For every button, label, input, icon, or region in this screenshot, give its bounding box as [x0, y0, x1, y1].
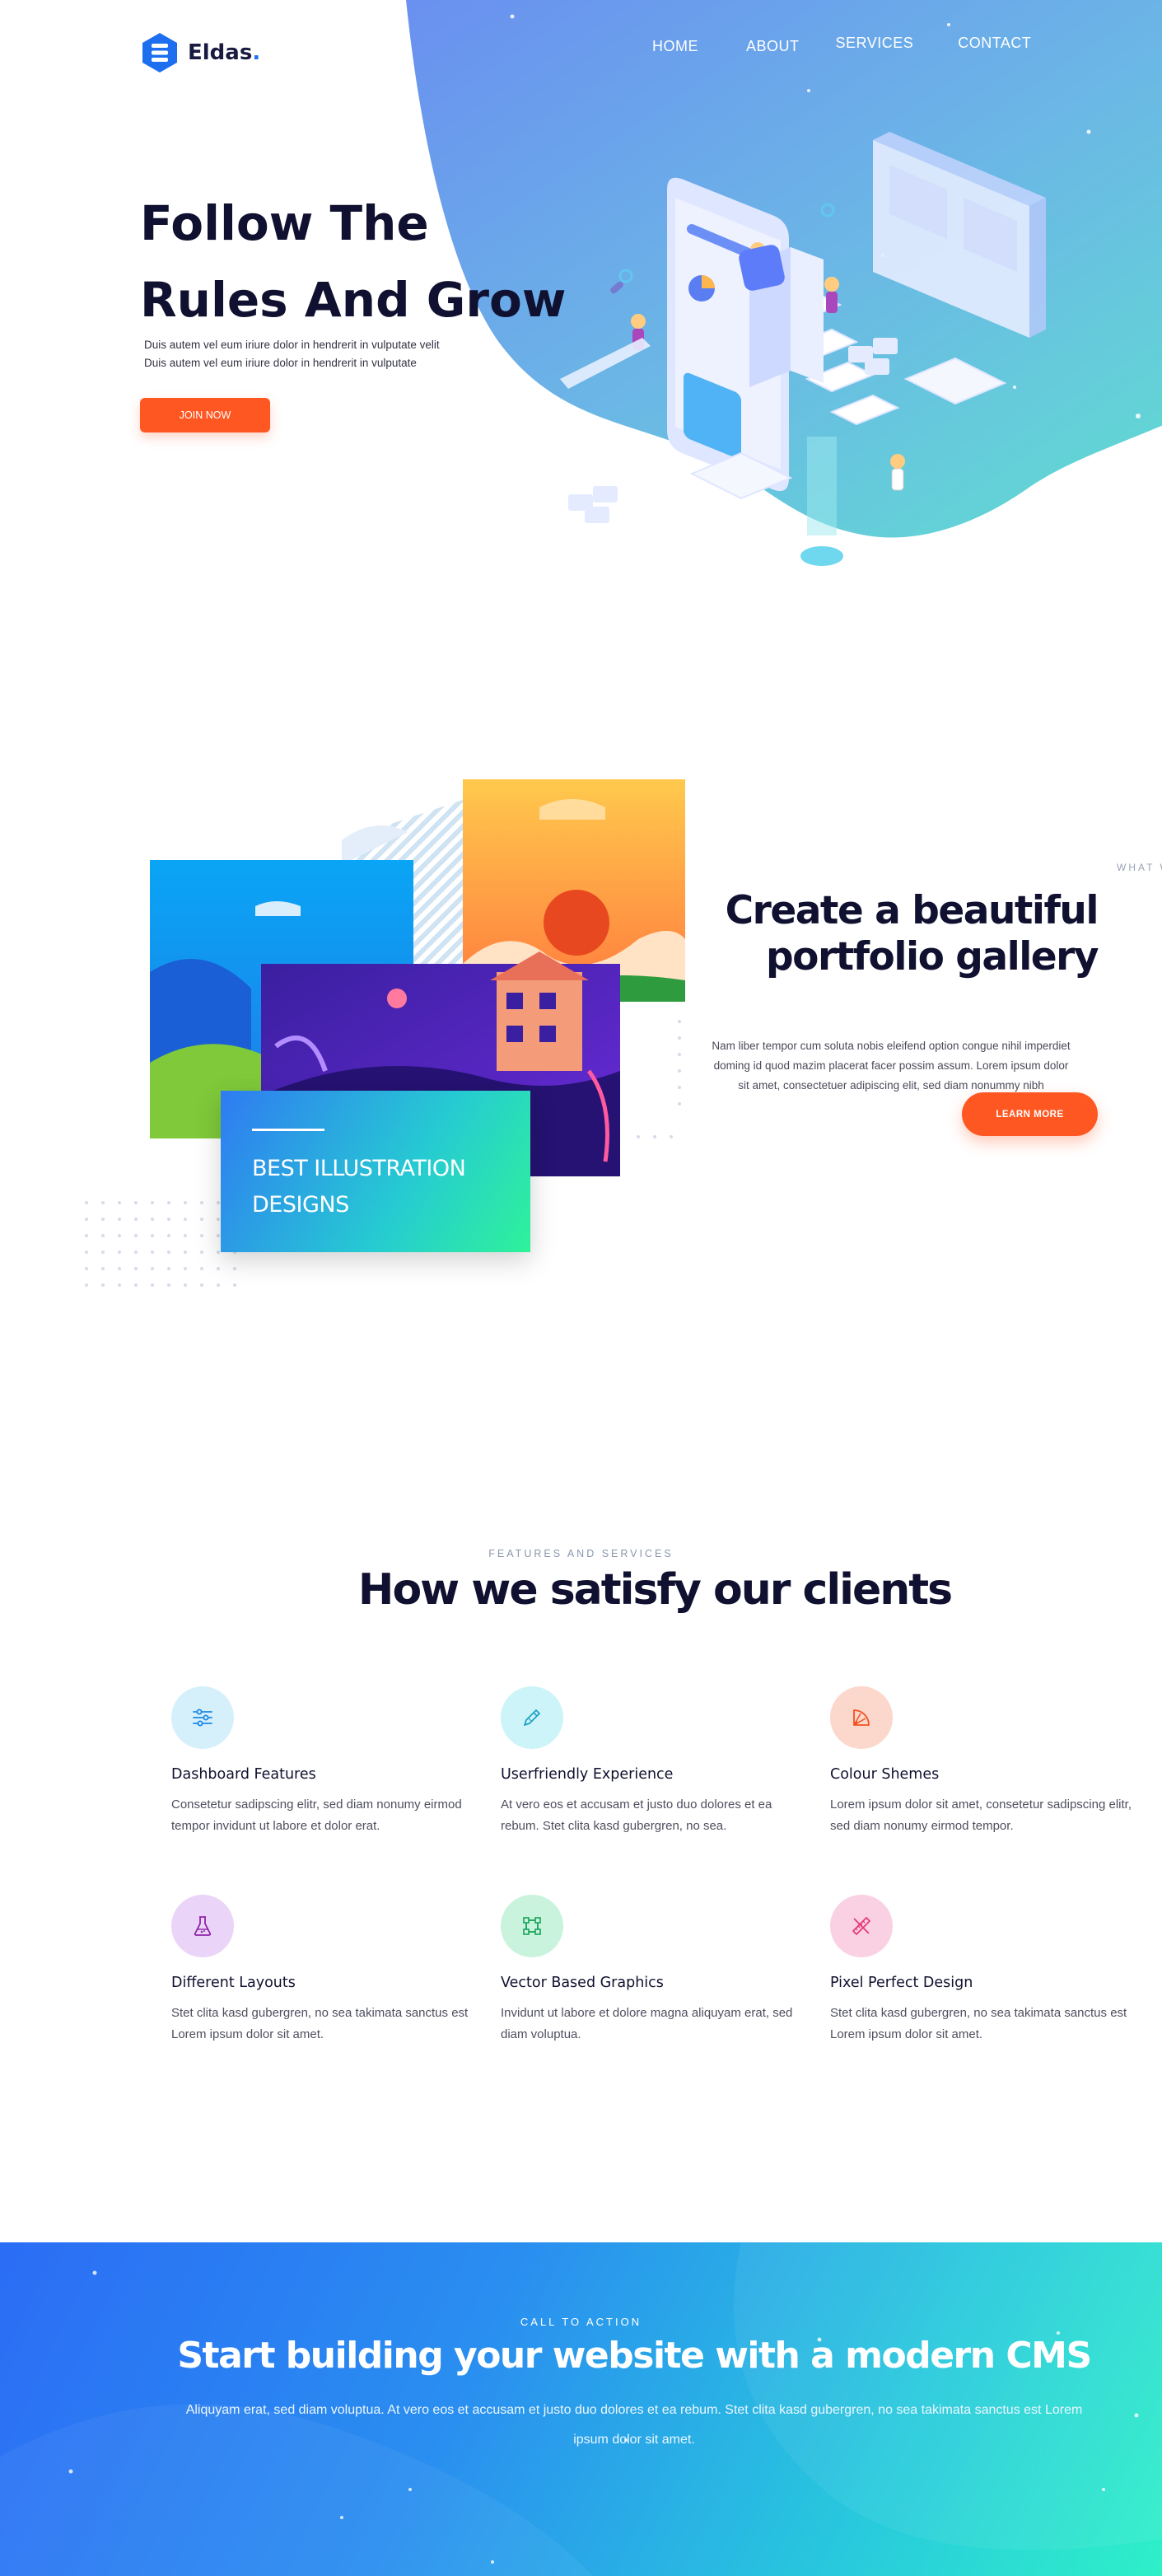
feature-description: Stet clita kasd gubergren, no sea takima…: [171, 2006, 469, 2041]
feature-icon-circle: [501, 1895, 563, 1957]
portfolio-title: Create a beautiful portfolio gallery: [708, 888, 1099, 980]
feature-description: Stet clita kasd gubergren, no sea takima…: [830, 2006, 1127, 2041]
nav-contact[interactable]: CONTACT: [958, 35, 1031, 55]
banner-text-line-1: BEST ILLUSTRATION: [252, 1156, 466, 1181]
feature-icon-circle: [830, 1686, 893, 1749]
banner-accent-bar: [252, 1129, 324, 1131]
pencil-ruler-icon: [852, 1917, 870, 1935]
call-to-action-section: CALL TO ACTION Start building your websi…: [0, 2242, 1162, 2576]
portfolio-title-line-2: portfolio gallery: [766, 934, 1099, 979]
feature-icon-circle: [171, 1686, 234, 1749]
sliders-icon: [193, 1709, 212, 1727]
feature-colour-schemes: Colour Shemes Lorem ipsum dolor sit amet…: [830, 1686, 1143, 1837]
cta-eyebrow: CALL TO ACTION: [520, 2316, 642, 2328]
feature-dashboard: Dashboard Features Consetetur sadipscing…: [171, 1686, 484, 1837]
feature-vector-graphics: Vector Based Graphics Invidunt ut labore…: [501, 1895, 814, 2045]
cta-description: Aliquyam erat, sed diam voluptua. At ver…: [185, 2403, 1083, 2447]
nav-about[interactable]: ABOUT: [746, 38, 800, 55]
learn-more-button[interactable]: LEARN MORE: [962, 1092, 1098, 1136]
brand-logo[interactable]: Eldas.: [140, 31, 260, 74]
feature-icon-circle: [171, 1895, 234, 1957]
feature-userfriendly: Userfriendly Experience At vero eos et a…: [501, 1686, 814, 1837]
best-illustration-banner: BEST ILLUSTRATION DESIGNS: [221, 1091, 530, 1252]
features-eyebrow: FEATURES AND SERVICES: [488, 1548, 674, 1559]
feature-pixel-perfect: Pixel Perfect Design Stet clita kasd gub…: [830, 1895, 1143, 2045]
feature-title: Dashboard Features: [171, 1766, 316, 1783]
feature-icon-circle: [830, 1895, 893, 1957]
feature-title: Userfriendly Experience: [501, 1766, 674, 1783]
feature-title: Vector Based Graphics: [501, 1975, 664, 1991]
hero-subtitle-line-1: Duis autem vel eum iriure dolor in hendr…: [144, 339, 440, 351]
vector-icon: [523, 1917, 541, 1935]
portfolio-title-line-1: Create a beautiful: [725, 888, 1099, 933]
pencil-icon: [524, 1709, 540, 1726]
feature-icon-circle: [501, 1686, 563, 1749]
hero-title-line-2: Rules And Grow: [140, 272, 567, 328]
feature-title: Pixel Perfect Design: [830, 1975, 973, 1991]
section-side-label: WHAT W: [1117, 862, 1162, 873]
nav-home[interactable]: HOME: [652, 38, 698, 55]
hexagon-logo-icon: [142, 33, 177, 72]
join-now-button[interactable]: JOIN NOW: [140, 398, 270, 432]
hero-subtitle: Duis autem vel eum iriure dolor in hendr…: [144, 336, 440, 372]
banner-text-line-2: DESIGNS: [252, 1192, 349, 1218]
feature-description: At vero eos et accusam et justo duo dolo…: [501, 1798, 772, 1833]
landing-page: Eldas. HOME ABOUT SERVICES CONTACT Follo…: [0, 0, 1162, 2576]
brand-name: Eldas.: [188, 40, 261, 65]
feature-title: Different Layouts: [171, 1975, 296, 1991]
hero-subtitle-line-2: Duis autem vel eum iriure dolor in hendr…: [144, 357, 417, 369]
cta-title: Start building your website with a moder…: [177, 2335, 1092, 2377]
nav-services[interactable]: SERVICES: [836, 35, 914, 55]
hero-title-line-1: Follow The: [140, 195, 429, 251]
feature-description: Consetetur sadipscing elitr, sed diam no…: [171, 1798, 462, 1833]
hero-title: Follow The Rules And Grow: [140, 185, 568, 339]
features-title: How we satisfy our clients: [357, 1565, 953, 1615]
hero-isometric-illustration: [560, 132, 1046, 566]
flask-icon: [194, 1916, 212, 1936]
portfolio-description: Nam liber tempor cum soluta nobis eleife…: [712, 1040, 1071, 1092]
feature-description: Lorem ipsum dolor sit amet, consetetur s…: [830, 1798, 1132, 1833]
main-nav: HOME ABOUT SERVICES CONTACT: [652, 35, 1031, 55]
feature-title: Colour Shemes: [830, 1766, 940, 1783]
banner-text: BEST ILLUSTRATION DESIGNS: [252, 1151, 530, 1223]
feature-layouts: Different Layouts Stet clita kasd guberg…: [171, 1895, 484, 2045]
feature-description: Invidunt ut labore et dolore magna aliqu…: [501, 2006, 793, 2041]
color-fan-icon: [853, 1709, 870, 1726]
